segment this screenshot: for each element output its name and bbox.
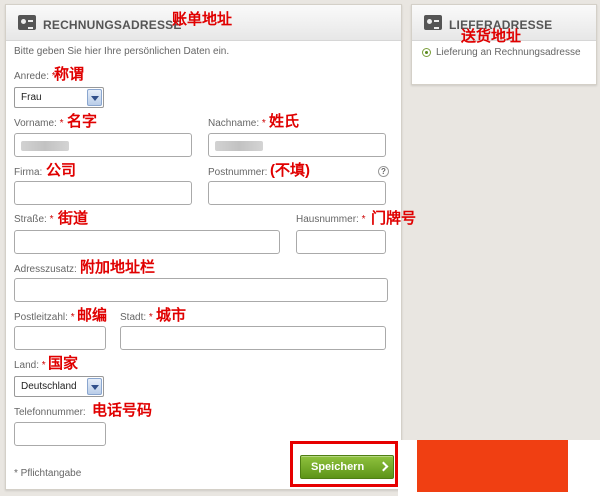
lastname-input[interactable] <box>208 133 386 157</box>
billing-panel-title: RECHNUNGSADRESSE <box>43 18 182 32</box>
street-annotation: 街道 <box>58 210 89 227</box>
phone-label: Telefonnummer: <box>14 407 86 418</box>
salutation-selected-value: Frau <box>21 92 42 103</box>
firstname-redacted-value <box>21 141 69 151</box>
phone-input[interactable] <box>14 422 106 446</box>
lastname-label: Nachname: * <box>208 118 266 129</box>
lastname-annotation: 姓氏 <box>269 113 300 130</box>
chevron-down-icon <box>87 378 102 395</box>
salutation-label: Anrede: * <box>14 71 56 82</box>
housenumber-label: Hausnummer: * <box>296 214 366 225</box>
address-card-icon <box>424 15 442 30</box>
address-addition-annotation: 附加地址栏 <box>80 259 156 276</box>
street-input[interactable] <box>14 230 280 254</box>
phone-annotation: 电话号码 <box>92 402 153 419</box>
country-selected-value: Deutschland <box>21 381 77 392</box>
country-select[interactable]: Deutschland <box>14 376 104 397</box>
chevron-right-icon <box>378 461 389 472</box>
housenumber-input[interactable] <box>296 230 386 254</box>
lastname-redacted-value <box>215 141 263 151</box>
company-label: Firma: <box>14 167 43 178</box>
save-button-label: Speichern <box>311 461 365 473</box>
zip-label: Postleitzahl: * <box>14 312 75 323</box>
red-block <box>417 440 568 492</box>
city-input[interactable] <box>120 326 386 350</box>
zip-annotation: 邮编 <box>77 307 108 324</box>
firstname-label: Vorname: * <box>14 118 64 129</box>
zip-input[interactable] <box>14 326 106 350</box>
address-addition-input[interactable] <box>14 278 388 302</box>
help-icon[interactable]: ? <box>378 166 389 177</box>
postnumber-annotation: (不填) <box>270 162 310 179</box>
firstname-input[interactable] <box>14 133 192 157</box>
address-card-icon <box>18 15 36 30</box>
address-addition-label: Adresszusatz: <box>14 264 77 275</box>
postnumber-input[interactable] <box>208 181 386 205</box>
company-annotation: 公司 <box>46 162 77 179</box>
country-label: Land: * <box>14 360 46 371</box>
save-button[interactable]: Speichern <box>300 455 394 479</box>
country-annotation: 国家 <box>48 355 79 372</box>
city-label: Stadt: * <box>120 312 153 323</box>
required-note: * Pflichtangabe <box>14 468 82 479</box>
billing-intro-text: Bitte geben Sie hier Ihre persönlichen D… <box>14 46 230 57</box>
ship-to-billing-label[interactable]: Lieferung an Rechnungsadresse <box>436 47 581 58</box>
salutation-annotation: 称谓 <box>54 66 85 83</box>
salutation-select[interactable]: Frau <box>14 87 104 108</box>
street-label: Straße: * <box>14 214 54 225</box>
shipping-title-annotation: 送货地址 <box>461 28 522 45</box>
billing-title-annotation: 账单地址 <box>172 11 233 28</box>
housenumber-annotation: 门牌号 <box>371 210 417 227</box>
postnumber-label: Postnummer: <box>208 167 268 178</box>
chevron-down-icon <box>87 89 102 106</box>
company-input[interactable] <box>14 181 192 205</box>
firstname-annotation: 名字 <box>67 113 98 130</box>
ship-to-billing-radio[interactable] <box>422 48 431 57</box>
city-annotation: 城市 <box>156 307 187 324</box>
